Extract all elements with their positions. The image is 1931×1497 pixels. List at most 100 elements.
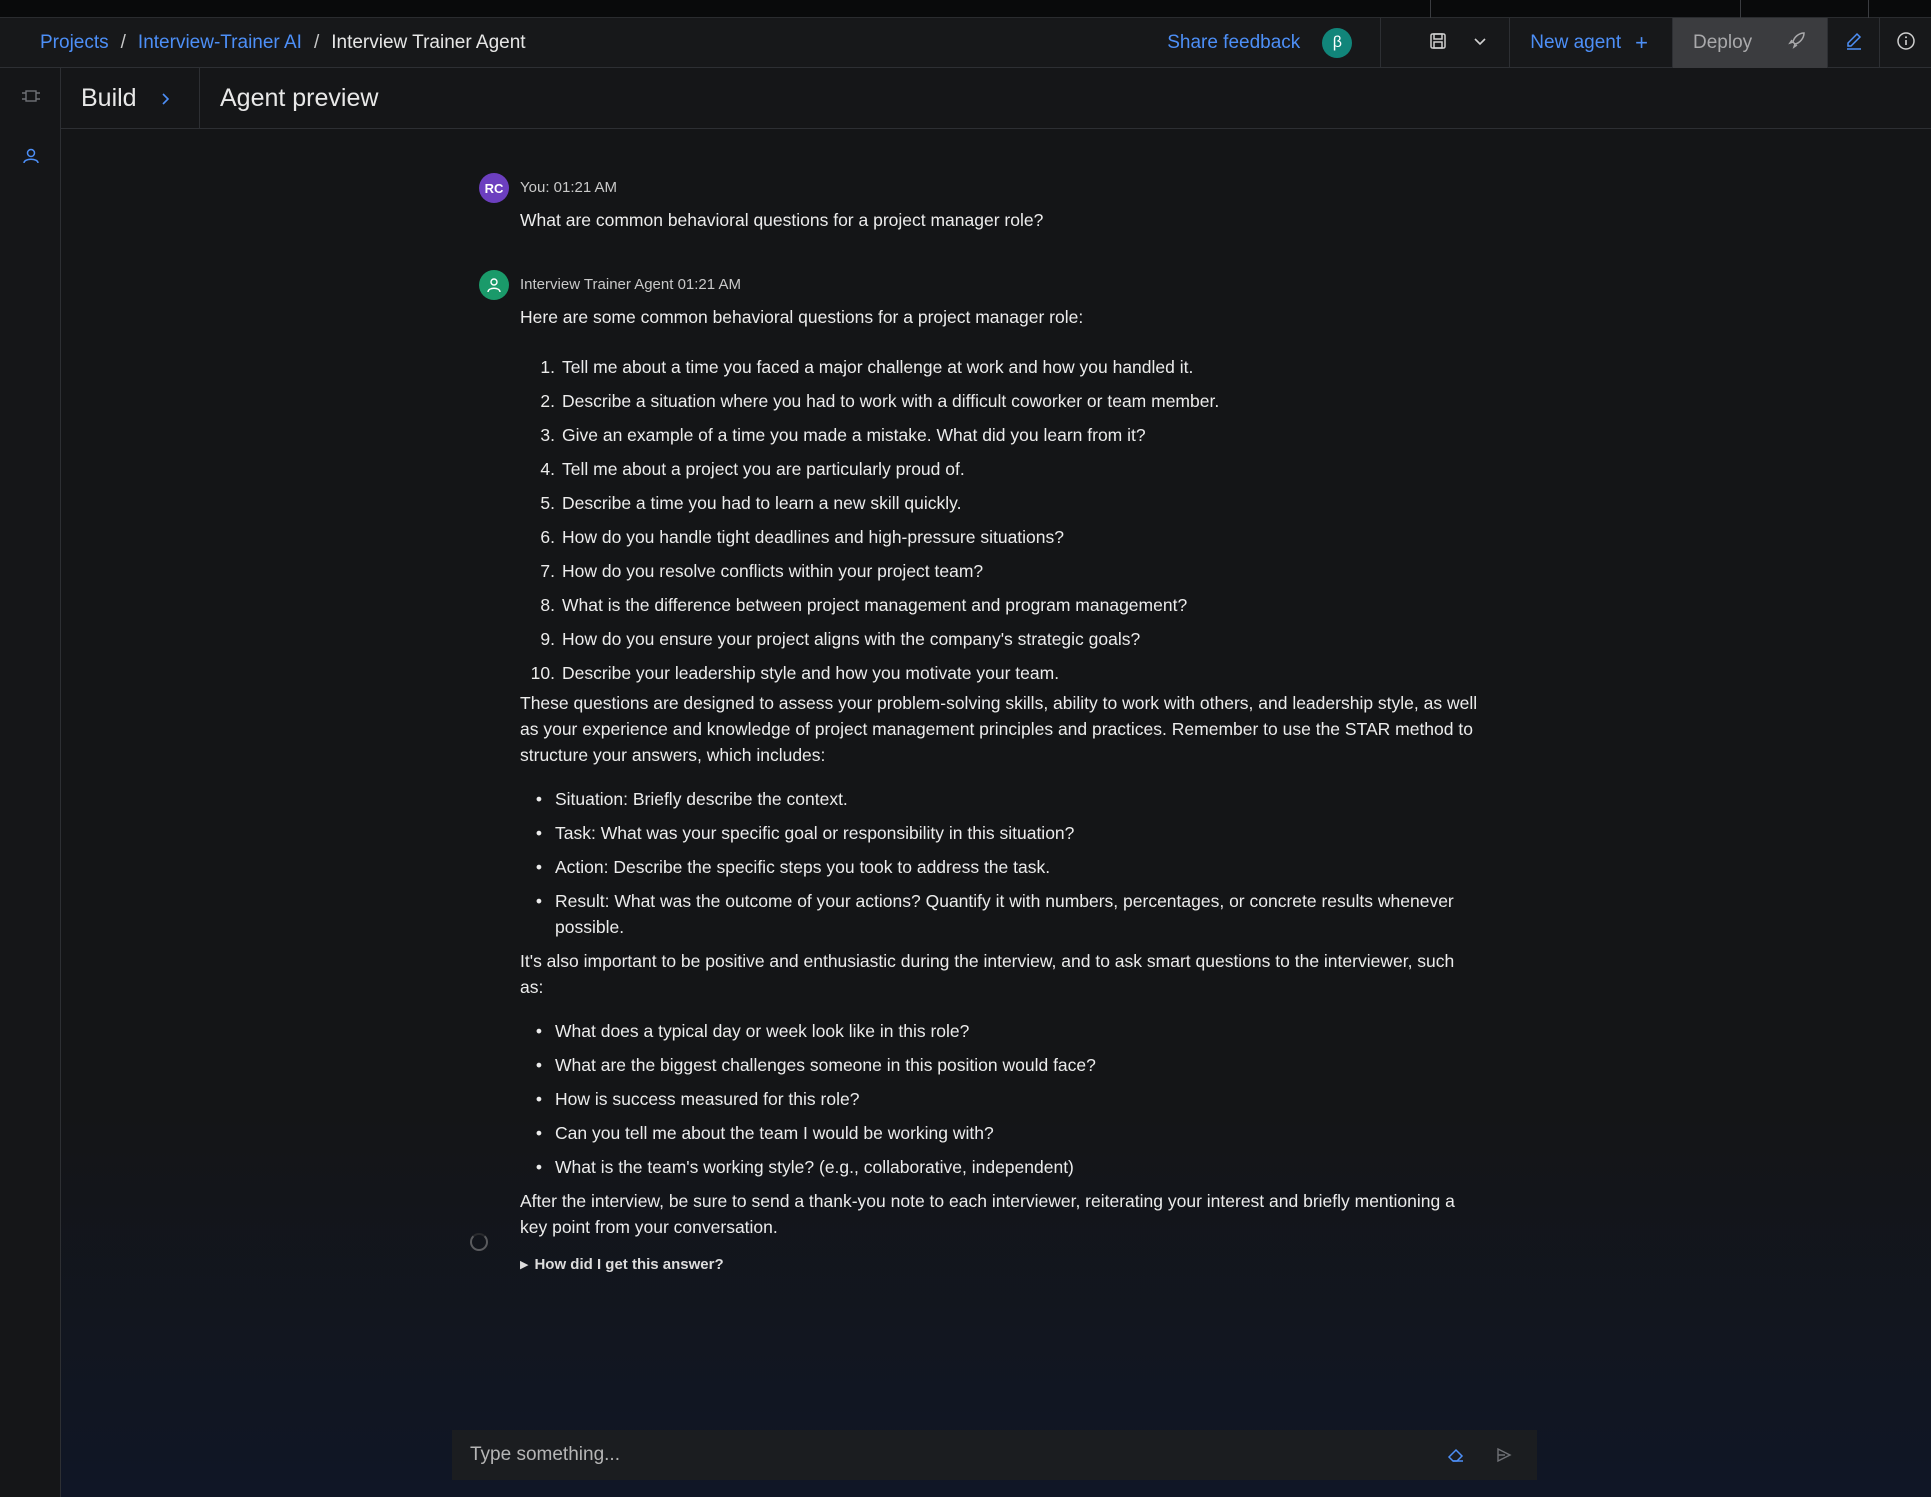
list-item: • Situation: Briefly describe the context…: [520, 786, 1480, 812]
list-item: • How is success measured for this role?: [520, 1086, 1480, 1112]
save-group: [1380, 18, 1509, 68]
list-text: How do you ensure your project aligns wi…: [562, 629, 1141, 649]
edit-icon: [1844, 31, 1864, 56]
list-text: Tell me about a time you faced a major c…: [562, 357, 1194, 377]
send-button[interactable]: [1489, 1440, 1519, 1470]
list-item: 10. Describe your leadership style and ho…: [520, 656, 1480, 690]
message-meta: Interview Trainer Agent 01:21 AM: [520, 276, 741, 293]
list-item: • What is the team's working style? (e.g.…: [520, 1154, 1480, 1180]
agent-paragraph: It's also important to be positive and e…: [520, 951, 1455, 997]
list-text: What is the difference between project m…: [562, 595, 1188, 615]
star-list: • Situation: Briefly describe the context…: [520, 786, 1480, 940]
loading-spinner-icon: [470, 1233, 488, 1251]
list-item: 9. How do you ensure your project aligns …: [520, 622, 1480, 656]
list-number: 10.: [530, 663, 555, 683]
agent-paragraph: These questions are designed to assess y…: [520, 693, 1478, 765]
list-item: • Can you tell me about the team I would …: [520, 1120, 1480, 1146]
list-number: 9.: [540, 629, 555, 649]
list-text: How do you handle tight deadlines and hi…: [562, 527, 1064, 547]
how-did-i-get-this-answer-toggle[interactable]: ▶ How did I get this answer?: [520, 1252, 1480, 1278]
ask-list: • What does a typical day or week look li…: [520, 1018, 1480, 1180]
rocket-icon: [1787, 30, 1807, 56]
info-icon: [1896, 31, 1916, 56]
list-item: • Action: Describe the specific steps you…: [520, 854, 1480, 880]
list-item: 4. Tell me about a project you are partic…: [520, 452, 1480, 486]
list-text: What are the biggest challenges someone …: [555, 1055, 1096, 1075]
chat-pane: RC You: 01:21 AM What are common behavio…: [61, 129, 1931, 1497]
top-actions: Share feedback β New agent + Deploy: [1167, 18, 1931, 68]
window-top-strip: [0, 0, 1931, 18]
breadcrumb-projects[interactable]: Projects: [40, 32, 109, 54]
list-item: 6. How do you handle tight deadlines and …: [520, 520, 1480, 554]
settings-panel-icon[interactable]: [20, 85, 42, 107]
list-number: 2.: [540, 391, 555, 411]
new-agent-label: New agent: [1530, 32, 1622, 53]
breadcrumb-separator: /: [313, 31, 320, 53]
left-rail: [0, 68, 61, 1497]
new-agent-button[interactable]: New agent +: [1509, 18, 1672, 68]
breadcrumb-current: Interview Trainer Agent: [331, 31, 526, 53]
list-text: Task: What was your specific goal or res…: [555, 823, 1075, 843]
message-meta: You: 01:21 AM: [520, 179, 618, 196]
list-text: Give an example of a time you made a mis…: [562, 425, 1146, 445]
list-text: Action: Describe the specific steps you …: [555, 857, 1051, 877]
save-icon[interactable]: [1429, 32, 1447, 55]
beta-badge: β: [1322, 28, 1353, 58]
list-number: 5.: [540, 493, 555, 513]
list-text: Can you tell me about the team I would b…: [555, 1123, 994, 1143]
share-feedback-button[interactable]: Share feedback β: [1167, 28, 1353, 58]
strip-divider: [1868, 0, 1869, 18]
clear-chat-button[interactable]: [1441, 1440, 1471, 1470]
strip-divider: [1430, 0, 1431, 18]
chat-input[interactable]: [452, 1444, 1441, 1466]
list-text: Tell me about a project you are particul…: [562, 459, 965, 479]
sub-header: Build Agent preview: [61, 67, 1931, 129]
chevron-down-icon[interactable]: [1473, 34, 1487, 53]
how-link-label: How did I get this answer?: [534, 1256, 724, 1273]
info-button[interactable]: [1879, 18, 1931, 68]
deploy-label: Deploy: [1693, 32, 1753, 53]
list-number: 3.: [540, 425, 555, 445]
list-text: How is success measured for this role?: [555, 1089, 860, 1109]
list-item: • Task: What was your specific goal or re…: [520, 820, 1480, 846]
avatar: RC: [479, 173, 509, 203]
chat-input-bar: [452, 1430, 1537, 1480]
list-item: 2. Describe a situation where you had to …: [520, 384, 1480, 418]
list-number: 7.: [540, 561, 555, 581]
list-number: 1.: [540, 357, 555, 377]
agent-icon[interactable]: [20, 145, 42, 167]
plus-icon: +: [1635, 30, 1648, 55]
list-item: • What are the biggest challenges someone…: [520, 1052, 1480, 1078]
chevron-right-icon: [161, 84, 171, 113]
list-item: 3. Give an example of a time you made a m…: [520, 418, 1480, 452]
list-text: What does a typical day or week look lik…: [555, 1021, 970, 1041]
list-text: Describe a time you had to learn a new s…: [562, 493, 962, 513]
list-item: 1. Tell me about a time you faced a major…: [520, 350, 1480, 384]
agent-avatar-icon: [479, 270, 509, 300]
list-item: • Result: What was the outcome of your ac…: [520, 888, 1480, 940]
send-icon: [1497, 1447, 1512, 1463]
list-text: How do you resolve conflicts within your…: [562, 561, 984, 581]
list-text: Situation: Briefly describe the context.: [555, 789, 848, 809]
breadcrumb: Projects / Interview-Trainer AI / Interv…: [40, 32, 526, 54]
list-text: What is the team's working style? (e.g.,…: [555, 1157, 1074, 1177]
page-title: Agent preview: [220, 83, 379, 112]
top-bar: Projects / Interview-Trainer AI / Interv…: [0, 18, 1931, 68]
breadcrumb-separator: /: [120, 31, 126, 53]
list-text: Describe your leadership style and how y…: [562, 663, 1060, 683]
breadcrumb-project[interactable]: Interview-Trainer AI: [138, 32, 302, 54]
build-label: Build: [81, 83, 137, 112]
list-item: 8. What is the difference between project…: [520, 588, 1480, 622]
agent-intro: Here are some common behavioral question…: [520, 307, 1084, 327]
message-body: Here are some common behavioral question…: [520, 304, 1480, 1278]
build-tab[interactable]: Build: [61, 67, 200, 129]
list-item: 7. How do you resolve conflicts within yo…: [520, 554, 1480, 588]
list-item: • What does a typical day or week look li…: [520, 1018, 1480, 1044]
list-number: 6.: [540, 527, 555, 547]
list-text: Describe a situation where you had to wo…: [562, 391, 1220, 411]
list-number: 8.: [540, 595, 555, 615]
edit-button[interactable]: [1827, 18, 1879, 68]
deploy-button[interactable]: Deploy: [1672, 18, 1827, 68]
agent-paragraph: After the interview, be sure to send a t…: [520, 1191, 1455, 1237]
question-list: 1. Tell me about a time you faced a major…: [520, 350, 1480, 690]
